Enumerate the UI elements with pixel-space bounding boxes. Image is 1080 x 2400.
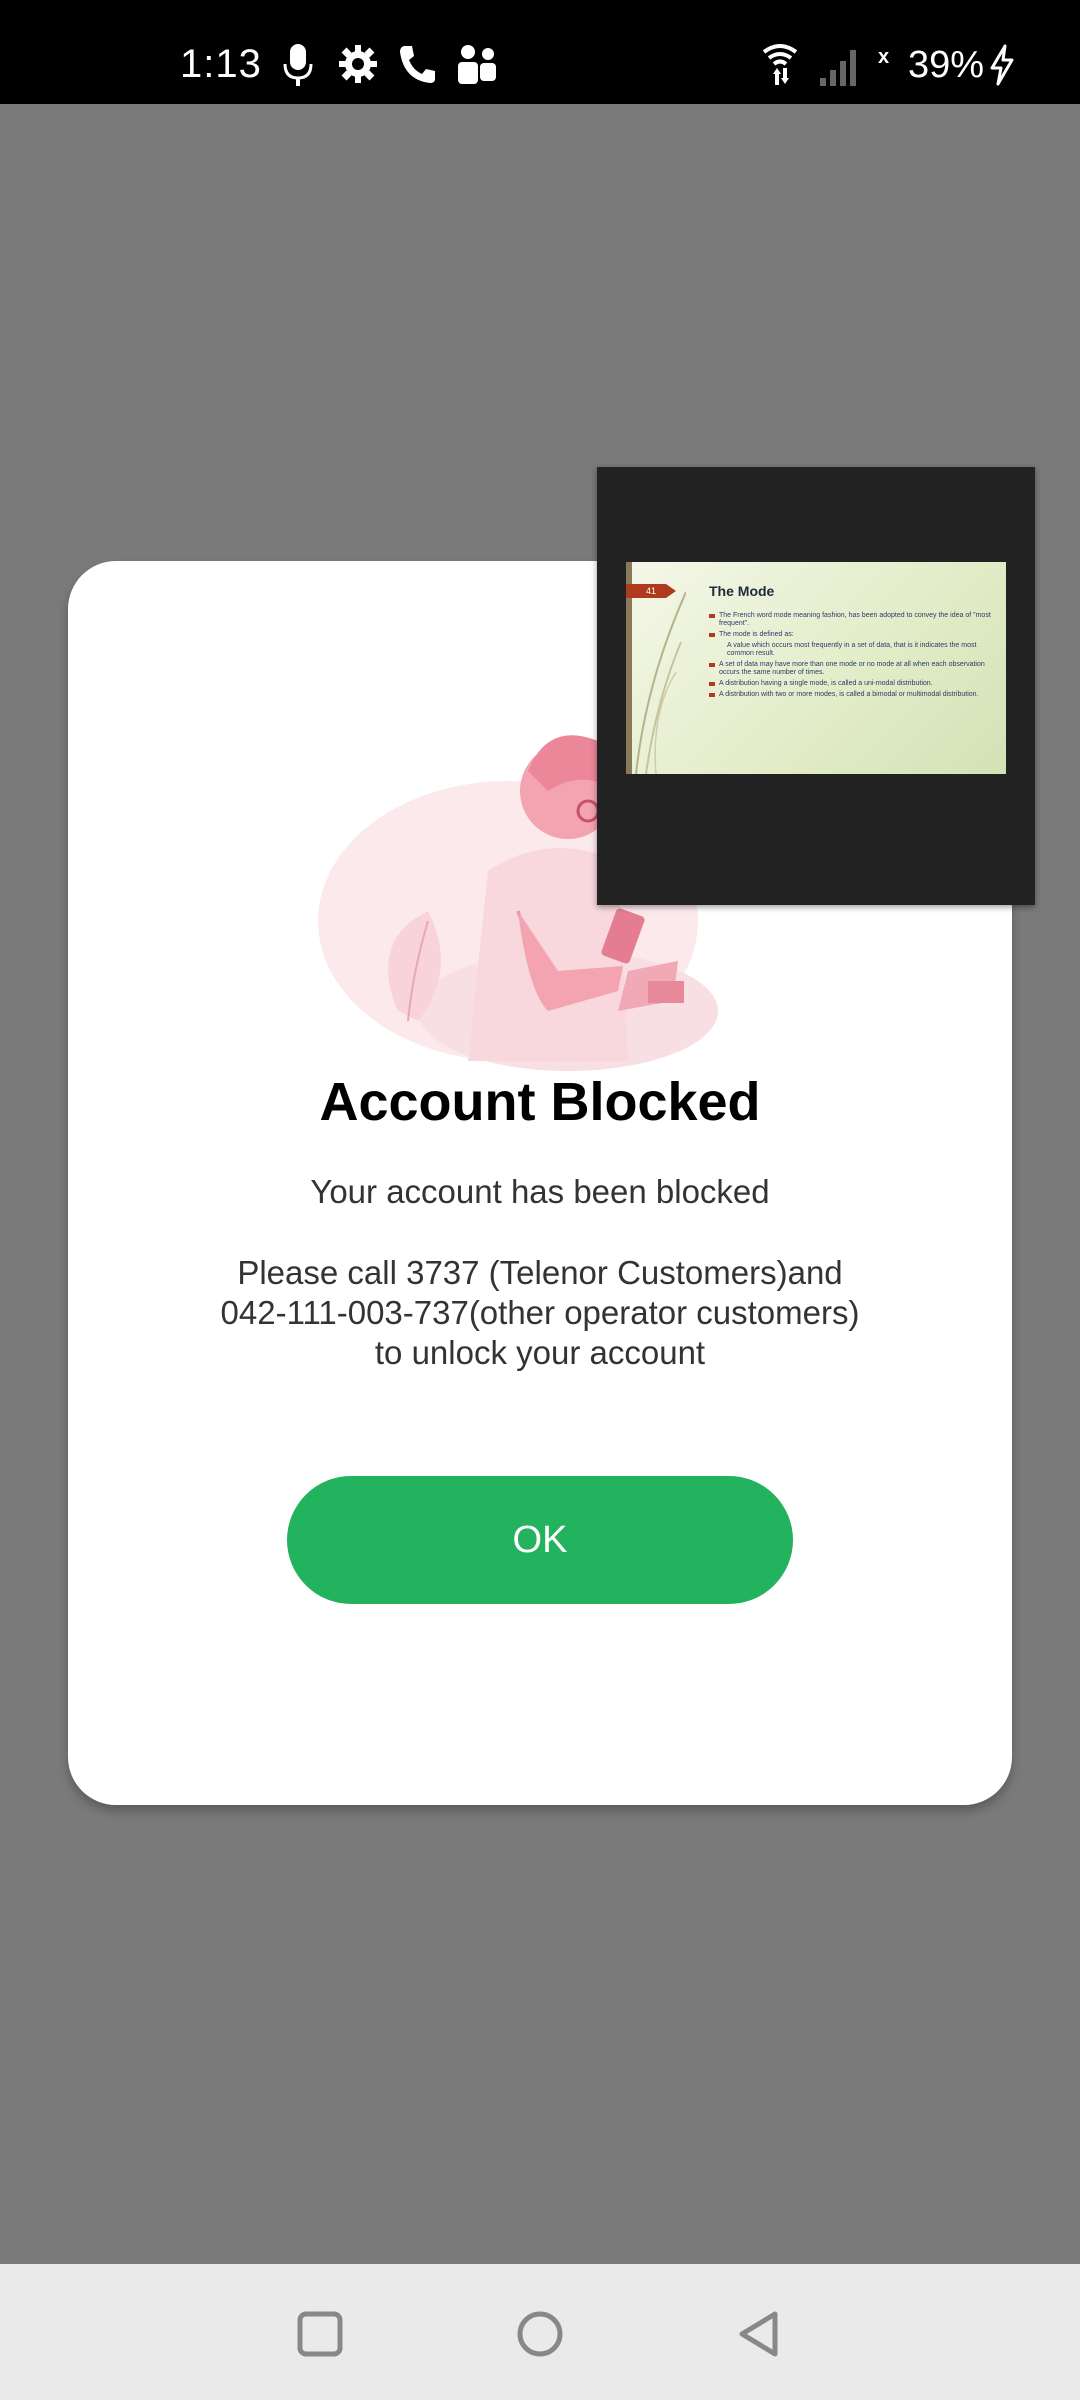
- teams-icon: [458, 45, 496, 84]
- message-line: 042-111-003-737(other operator customers…: [220, 1294, 860, 1331]
- slide-number-badge: 41: [626, 584, 676, 598]
- slide-bullet-text: A set of data may have more than one mod…: [719, 661, 985, 676]
- bullet-marker: [709, 633, 715, 637]
- slide-bullet-line: A distribution with two or more modes, i…: [709, 691, 999, 699]
- slide-bullet-text: The mode is defined as:: [719, 631, 794, 638]
- recents-square-icon[interactable]: [290, 2304, 350, 2364]
- slide-title: The Mode: [709, 583, 775, 599]
- slide-bullet-line: The mode is defined as:: [709, 631, 999, 639]
- slide-bullet-text: The French word mode meaning fashion, ha…: [719, 612, 991, 627]
- message-line: to unlock your account: [374, 1334, 706, 1371]
- message-line: Please call 3737 (Telenor Customers)and: [237, 1254, 843, 1291]
- bullet-marker: [709, 682, 715, 686]
- slide-bullet-line: The French word mode meaning fashion, ha…: [709, 612, 999, 628]
- slide-bullet-line: A value which occurs most frequently in …: [709, 642, 999, 658]
- back-triangle-icon[interactable]: [730, 2304, 790, 2364]
- cell-signal-icon: [820, 50, 856, 86]
- slide-bullet-text: A distribution having a single mode, is …: [719, 680, 933, 687]
- dialog-subtitle: Your account has been blocked: [310, 1173, 770, 1210]
- slide-bullet-list: The French word mode meaning fashion, ha…: [709, 612, 999, 702]
- slide-bullet-text: A value which occurs most frequently in …: [727, 642, 977, 657]
- slide-bullet-line: A set of data may have more than one mod…: [709, 661, 999, 677]
- phone-call-icon: [400, 46, 435, 83]
- status-bar: 1:13 x 39%: [0, 0, 1080, 104]
- status-time: 1:13: [180, 42, 262, 86]
- microphone-icon: [283, 44, 313, 86]
- bullet-marker: [709, 693, 715, 697]
- battery-text: 39%: [907, 44, 984, 86]
- navigation-bar: [0, 2264, 1080, 2400]
- bullet-marker: [709, 614, 715, 618]
- settings-gear-icon: [339, 45, 377, 83]
- dialog-message: Please call 3737 (Telenor Customers)and …: [148, 1253, 932, 1373]
- slide-bullet-line: A distribution having a single mode, is …: [709, 680, 999, 688]
- presentation-slide: 41 The Mode The French word mode meaning…: [626, 562, 1006, 774]
- signal-x-marker: x: [878, 46, 890, 68]
- bullet-marker: [709, 663, 715, 667]
- dialog-title: Account Blocked: [319, 1072, 761, 1132]
- slide-bullet-text: A distribution with two or more modes, i…: [719, 691, 979, 698]
- charging-bolt-icon: [990, 44, 1014, 86]
- wifi-icon: [762, 44, 798, 85]
- pip-video-window[interactable]: 41 The Mode The French word mode meaning…: [597, 467, 1035, 905]
- home-circle-icon[interactable]: [510, 2304, 570, 2364]
- ok-button[interactable]: OK: [287, 1476, 793, 1604]
